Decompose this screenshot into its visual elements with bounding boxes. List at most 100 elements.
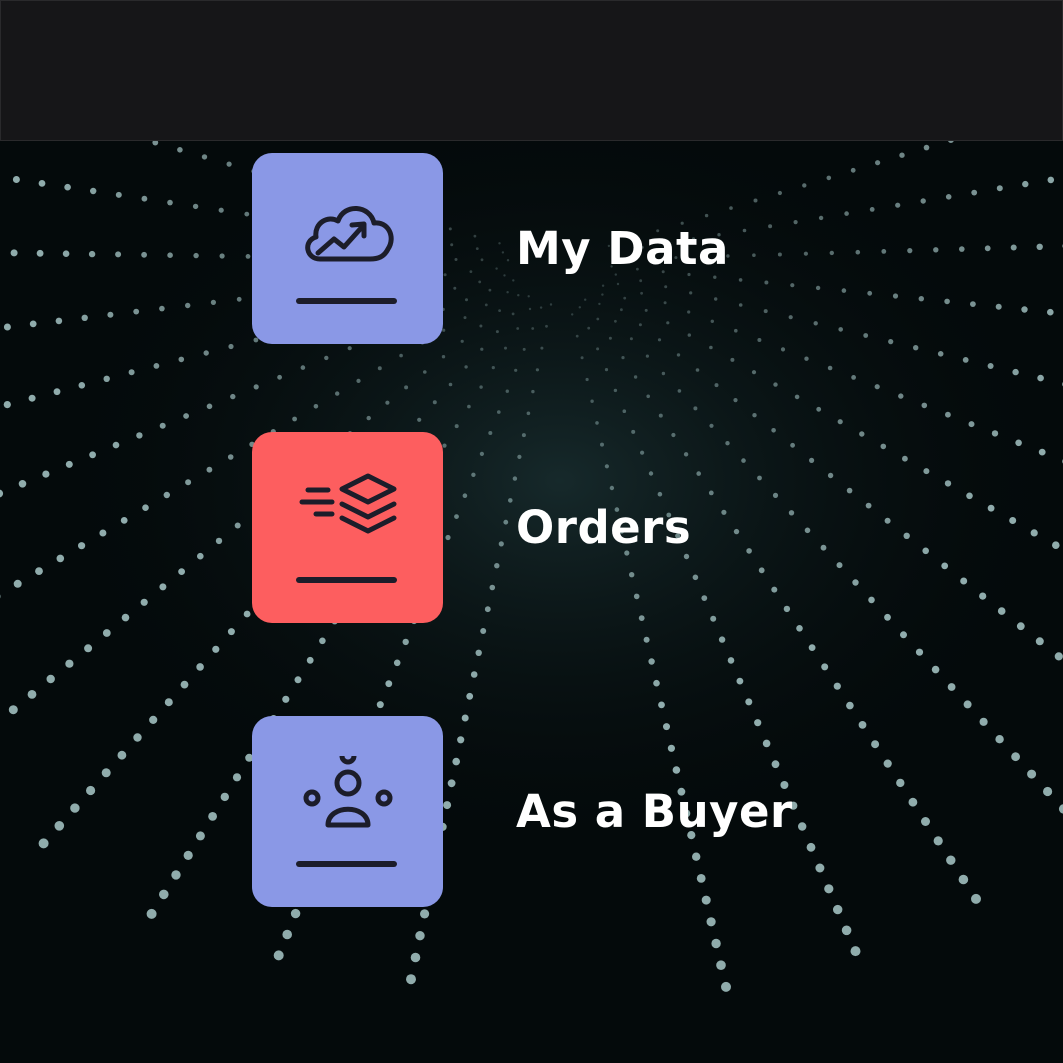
particle <box>377 366 382 371</box>
particle <box>46 674 55 684</box>
particle <box>203 350 209 356</box>
particle <box>29 320 37 328</box>
particle <box>900 631 907 639</box>
particle <box>81 314 88 321</box>
particle <box>313 404 319 409</box>
particle <box>218 207 224 213</box>
particle <box>944 298 950 305</box>
particle <box>210 299 216 305</box>
particle <box>871 740 880 749</box>
particle <box>470 671 478 678</box>
particle <box>300 365 306 370</box>
particle <box>752 413 757 418</box>
particle <box>356 378 361 383</box>
particle <box>399 353 403 358</box>
particle <box>133 308 140 315</box>
my-data-tile[interactable] <box>252 153 443 344</box>
particle <box>185 302 191 309</box>
particle <box>64 183 71 191</box>
particle <box>718 636 726 643</box>
page: My Data Orders As a Buyer <box>0 0 1063 1063</box>
particle <box>937 351 944 357</box>
particle <box>903 532 910 539</box>
particle <box>290 908 301 919</box>
particle <box>282 929 293 940</box>
particle <box>855 249 861 255</box>
particle <box>78 382 86 389</box>
particle <box>1021 306 1028 313</box>
particle <box>709 423 714 428</box>
particle <box>987 363 994 369</box>
particle <box>404 385 409 390</box>
particle <box>146 908 157 919</box>
particle <box>922 547 929 555</box>
particle <box>206 466 213 473</box>
particle <box>306 656 314 664</box>
particle <box>941 562 949 570</box>
particle <box>282 695 290 703</box>
particle <box>215 537 223 545</box>
particle <box>933 247 939 253</box>
particle <box>695 368 700 372</box>
particle <box>420 909 430 919</box>
particle <box>997 607 1006 615</box>
particle <box>711 938 721 949</box>
particle <box>963 700 972 709</box>
particle <box>622 409 627 414</box>
menu-item-my-data[interactable]: My Data <box>252 153 852 344</box>
particle <box>1022 180 1029 188</box>
particle <box>1015 439 1022 447</box>
particle <box>646 394 650 399</box>
particle <box>604 368 609 372</box>
particle <box>195 831 205 841</box>
particle <box>693 406 698 411</box>
particle <box>852 579 859 586</box>
particle <box>596 347 600 351</box>
particle <box>70 803 80 813</box>
as-a-buyer-tile[interactable] <box>252 716 443 907</box>
particle <box>18 480 27 488</box>
particle <box>971 189 978 196</box>
particle <box>874 384 880 390</box>
particle <box>913 345 919 351</box>
cloud-growth-icon <box>304 206 394 262</box>
particle <box>133 733 142 742</box>
particle <box>159 422 166 429</box>
particle <box>945 411 951 418</box>
orders-tile[interactable] <box>252 432 443 623</box>
particle <box>78 542 86 550</box>
particle <box>159 305 165 312</box>
particle <box>944 480 952 487</box>
tile-underline <box>296 577 397 583</box>
particle <box>294 676 302 684</box>
particle <box>89 451 96 459</box>
particle <box>226 161 232 167</box>
particle <box>28 394 36 402</box>
particle <box>658 413 663 418</box>
menu-item-as-a-buyer[interactable]: As a Buyer <box>252 716 852 907</box>
particle <box>947 683 956 691</box>
particle <box>454 424 459 429</box>
particle <box>892 293 899 299</box>
particle <box>163 491 170 499</box>
particle <box>117 750 127 760</box>
particle <box>245 254 251 259</box>
particle <box>535 368 540 372</box>
particle <box>88 250 96 258</box>
particle <box>846 701 854 710</box>
particle <box>1038 448 1046 456</box>
particle <box>915 648 924 656</box>
particle <box>921 402 928 409</box>
particle <box>1047 308 1054 316</box>
menu-item-orders[interactable]: Orders <box>252 432 852 623</box>
particle <box>908 797 918 807</box>
particle <box>1011 752 1020 762</box>
particle <box>467 404 471 409</box>
particle <box>228 343 234 350</box>
particle <box>432 400 437 405</box>
tile-underline <box>296 298 397 304</box>
particle <box>178 356 185 363</box>
particle <box>979 717 988 726</box>
particle <box>441 355 446 359</box>
particle <box>661 371 666 376</box>
